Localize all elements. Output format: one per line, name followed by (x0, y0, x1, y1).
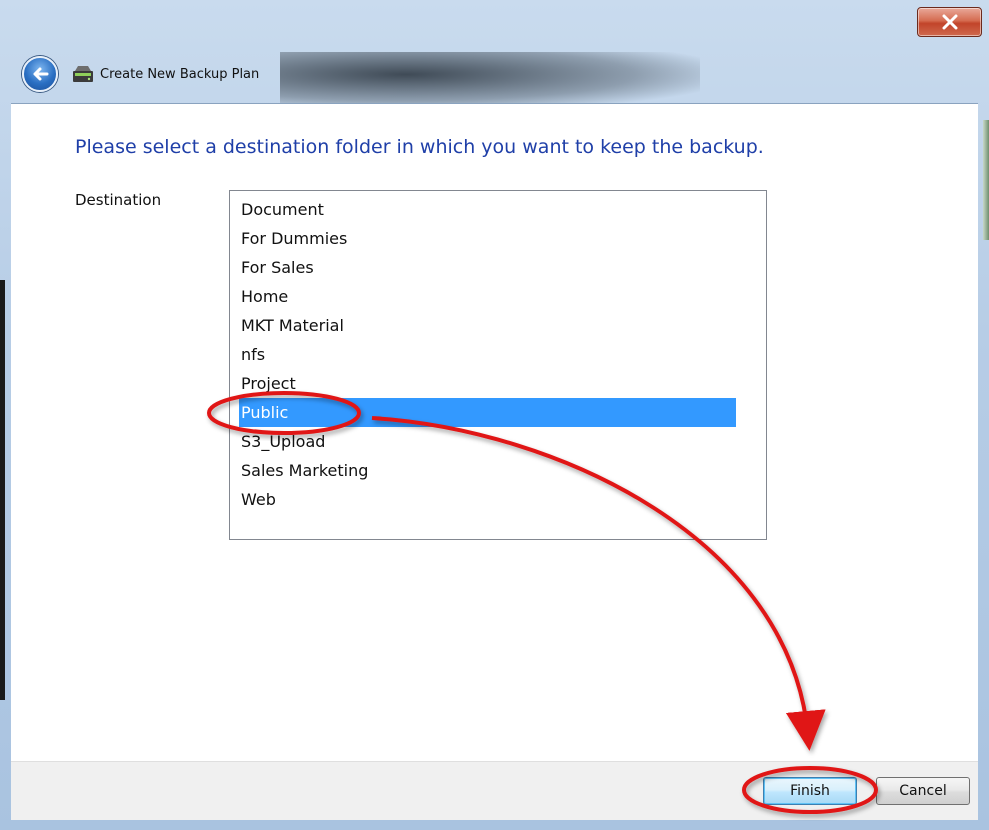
window-title: Create New Backup Plan (100, 66, 260, 82)
finish-button[interactable]: Finish (763, 777, 857, 805)
wizard-content: Please select a destination folder in wh… (11, 103, 978, 762)
page-heading: Please select a destination folder in wh… (75, 136, 764, 158)
destination-folder-list[interactable]: Document For Dummies For Sales Home MKT … (229, 190, 767, 540)
window-edge-left (0, 280, 5, 700)
folder-item-mkt-material[interactable]: MKT Material (239, 311, 736, 340)
button-bar: Finish Cancel (11, 761, 978, 820)
folder-item-project[interactable]: Project (239, 369, 736, 398)
folder-item-sales-marketing[interactable]: Sales Marketing (239, 456, 736, 485)
close-icon (942, 14, 957, 30)
folder-item-home[interactable]: Home (239, 282, 736, 311)
back-arrow-icon (33, 67, 49, 81)
backup-drive-icon (73, 66, 93, 82)
title-bar: Create New Backup Plan (22, 56, 259, 92)
destination-label: Destination (75, 191, 162, 209)
close-button[interactable] (917, 7, 982, 37)
cancel-button[interactable]: Cancel (876, 777, 970, 805)
dialog-window: Create New Backup Plan Please select a d… (0, 0, 989, 830)
folder-item-nfs[interactable]: nfs (239, 340, 736, 369)
folder-item-s3-upload[interactable]: S3_Upload (239, 427, 736, 456)
folder-item-public[interactable]: Public (239, 398, 736, 427)
folder-item-web[interactable]: Web (239, 485, 736, 514)
folder-item-for-dummies[interactable]: For Dummies (239, 224, 736, 253)
folder-item-for-sales[interactable]: For Sales (239, 253, 736, 282)
back-button[interactable] (22, 56, 58, 92)
folder-item-document[interactable]: Document (239, 195, 736, 224)
window-edge-right (983, 120, 989, 240)
title-glass-shade (280, 52, 700, 108)
